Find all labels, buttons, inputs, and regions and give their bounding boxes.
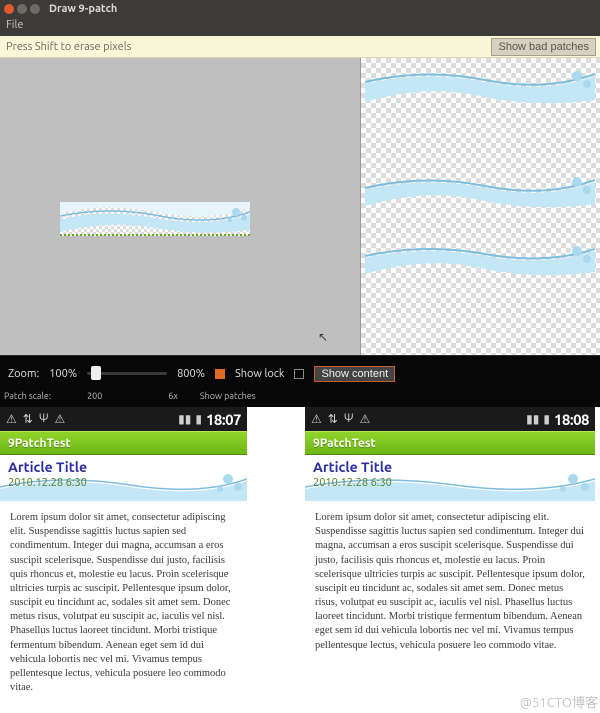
battery-icon: ▮	[543, 412, 550, 426]
status-bar: ⚠ ⇅ Ψ ⚠ ▮▮ ▮ 18:07	[0, 407, 247, 431]
phone-1: ⚠ ⇅ Ψ ⚠ ▮▮ ▮ 18:07 9PatchTest Article Ti…	[0, 407, 247, 705]
controls-bar: Zoom: 100% 800% Show lock Show content	[0, 355, 600, 391]
workspace: ↖	[0, 58, 600, 355]
maximize-button[interactable]	[30, 4, 40, 14]
article-body: Lorem ipsum dolor sit amet, consectetur …	[305, 501, 595, 663]
warning-icon-2: ⚠	[360, 412, 371, 426]
warning-icon: ⚠	[311, 412, 322, 426]
zoom-min: 100%	[49, 368, 77, 380]
traffic-icon: ⇅	[328, 412, 338, 426]
hint-text: Press Shift to erase pixels	[4, 41, 131, 53]
status-bar: ⚠ ⇅ Ψ ⚠ ▮▮ ▮ 18:08	[305, 407, 595, 431]
stretch-preview-3	[365, 240, 595, 278]
article-header: Article Title 2010.12.28 6:30	[305, 455, 595, 501]
article-date: 2010.12.28 6:30	[0, 475, 247, 489]
phone-2: ⚠ ⇅ Ψ ⚠ ▮▮ ▮ 18:08 9PatchTest Article Ti…	[305, 407, 595, 705]
warning-icon-2: ⚠	[55, 412, 66, 426]
app-title: 9PatchTest	[313, 437, 376, 450]
article-title: Article Title	[0, 455, 247, 475]
preview-pane[interactable]	[360, 58, 600, 355]
zoom-slider[interactable]	[87, 372, 167, 375]
app-bar: 9PatchTest	[305, 431, 595, 455]
hint-bar: Press Shift to erase pixels Show bad pat…	[0, 36, 600, 58]
stretch-preview-2	[365, 170, 595, 210]
menu-file[interactable]: File	[6, 19, 23, 31]
edit-pane[interactable]: ↖	[0, 58, 360, 355]
article-header: Article Title 2010.12.28 6:30	[0, 455, 247, 501]
menu-bar: File	[0, 18, 600, 36]
stretch-preview-1	[365, 64, 595, 106]
signal-icon: ▮▮	[178, 412, 191, 426]
battery-icon: ▮	[195, 412, 202, 426]
status-time: 18:07	[206, 411, 241, 428]
status-time: 18:08	[554, 411, 589, 428]
patch-scale-label: Patch scale:	[4, 391, 51, 401]
patch-scale-max: 6x	[168, 391, 178, 401]
zoom-tick: 200	[87, 391, 102, 401]
minimize-button[interactable]	[17, 4, 27, 14]
close-button[interactable]	[4, 4, 14, 14]
phone-mockups: ⚠ ⇅ Ψ ⚠ ▮▮ ▮ 18:07 9PatchTest Article Ti…	[0, 407, 600, 705]
show-patches-label: Show patches	[200, 391, 256, 401]
watermark: @51CTO博客	[520, 692, 598, 711]
show-lock-checkbox[interactable]	[215, 369, 225, 379]
window-title-bar: Draw 9-patch	[0, 0, 600, 18]
usb-icon: Ψ	[39, 412, 49, 426]
show-bad-patches-button[interactable]: Show bad patches	[491, 38, 596, 56]
show-content-checkbox[interactable]	[294, 369, 304, 379]
show-lock-label: Show lock	[235, 368, 285, 380]
show-content-button[interactable]: Show content	[314, 366, 395, 382]
warning-icon: ⚠	[6, 412, 17, 426]
article-body: Lorem ipsum dolor sit amet, consectetur …	[0, 501, 247, 705]
nine-patch-asset[interactable]	[60, 202, 250, 236]
controls-bar-2: Patch scale: 200 6x Show patches	[0, 391, 600, 407]
zoom-max: 800%	[177, 368, 205, 380]
cursor-icon: ↖	[318, 330, 328, 344]
article-date: 2010.12.28 6:30	[305, 475, 595, 489]
app-title: 9PatchTest	[8, 437, 71, 450]
app-bar: 9PatchTest	[0, 431, 247, 455]
zoom-label: Zoom:	[8, 368, 39, 380]
traffic-icon: ⇅	[23, 412, 33, 426]
window-title: Draw 9-patch	[49, 3, 117, 15]
usb-icon: Ψ	[344, 412, 354, 426]
article-title: Article Title	[305, 455, 595, 475]
wave-graphic	[60, 202, 250, 236]
signal-icon: ▮▮	[526, 412, 539, 426]
